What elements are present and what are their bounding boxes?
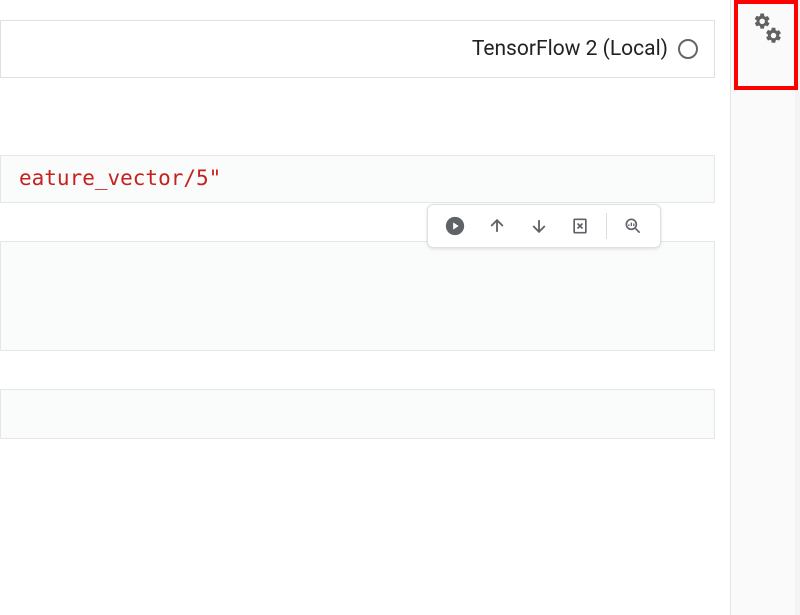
toolbar-divider [606,213,607,239]
cell-toolbar [427,204,661,248]
highlight-box [734,0,798,90]
right-sidebar [730,0,800,615]
run-cell-button[interactable] [439,210,471,242]
variable-inspector-button[interactable] [617,210,649,242]
move-up-button[interactable] [481,210,513,242]
kernel-label[interactable]: TensorFlow 2 (Local) [472,37,668,61]
clear-output-button[interactable] [564,210,596,242]
cell-content: eature_vector/5" [19,166,221,190]
notebook-main: TensorFlow 2 (Local) eature_vector/5" [0,0,730,615]
scrollbar[interactable] [795,0,800,615]
chart-search-icon [623,216,643,236]
kernel-bar: TensorFlow 2 (Local) [0,20,715,78]
arrow-down-icon [529,216,549,236]
move-down-button[interactable] [523,210,555,242]
kernel-status-icon[interactable] [678,39,698,59]
code-cell[interactable] [0,241,715,351]
code-cell[interactable]: eature_vector/5" [0,155,715,203]
play-icon [444,215,466,237]
arrow-up-icon [487,216,507,236]
clear-icon [570,216,590,236]
code-cell[interactable] [0,389,715,439]
